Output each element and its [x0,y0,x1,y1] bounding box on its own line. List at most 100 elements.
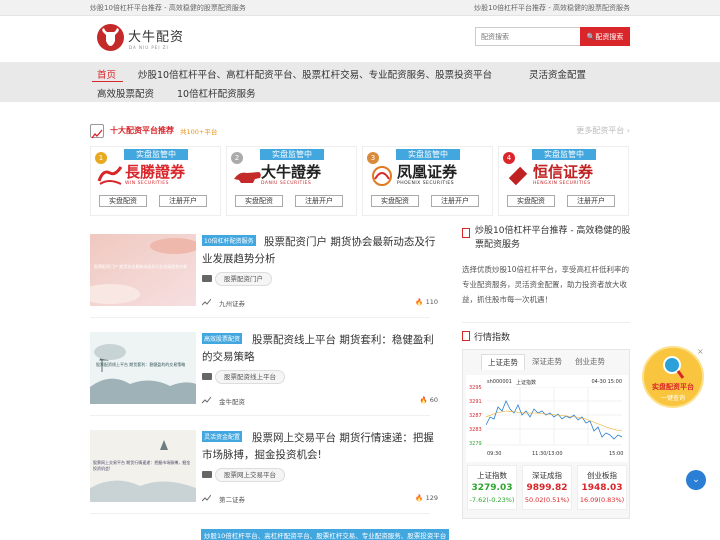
market-index-title: 行情指数 [474,333,511,343]
nav-item-efficient-margin[interactable]: 高效股票配资 [97,86,154,100]
tab-shenzhen-trend[interactable]: 深证走势 [526,354,568,370]
regulated-banner: 实盘监管中 [260,149,324,160]
index-change: 16.09(0.83%) [579,496,625,504]
y-tick: 3279 [469,441,482,447]
chart-code: sh000001 [487,379,512,385]
platform-count: 共100+平台 [180,128,218,136]
article-item[interactable]: 股票网上交易平台 期货行情速递：把握市场脉搏，掘金投资机会! 灵活资金配置 股票… [90,430,438,520]
article-thumbnail[interactable]: 股票网上交易平台 期货行情速递：把握市场脉搏，掘金投资机会! [90,430,196,502]
tag-label: 股票配资线上平台 [215,370,285,384]
close-icon[interactable]: × [697,347,704,356]
open-account-button[interactable]: 注册开户 [159,195,207,207]
article-title[interactable]: 股票网上交易平台 期货行情速递：把握市场脉搏，掘金投资机会! [202,430,437,464]
tag-icon [202,471,212,478]
real-margin-button[interactable]: 实盘配资 [235,195,283,207]
header: 大牛配资 DA NIU PEI ZI 🔍配资搜索 [0,16,720,62]
tag-label: 股票网上交易平台 [215,468,285,482]
article-title[interactable]: 股票配资线上平台 期货套利：稳健盈利的交易策略 [202,332,437,366]
floating-platform-query[interactable]: 实盘配资平台 一键查询 [642,346,704,408]
y-tick: 3295 [469,385,482,391]
market-index-panel: 上证走势 深证走势 创业走势 sh000001 上证指数 04-30 15:00… [462,349,630,519]
author-trend-icon [202,396,211,404]
tab-shanghai-trend[interactable]: 上证走势 [481,354,525,370]
article-item[interactable]: 股票配资线上平台 期货套利：稳健盈利的交易策略 高效股票配资 股票配资线上平台 … [90,332,438,422]
index-value: 9899.82 [526,483,568,493]
article-author[interactable]: 九州证券 [219,298,245,308]
broker-english-name: WIN SECURITIES [125,181,169,186]
thumbnail-caption: 股票配资门户 期货协会最新动态及行业发展趋势分析 [94,264,188,269]
nav-item-10x-leverage[interactable]: 10倍杠杆配资服务 [177,86,256,100]
article-author[interactable]: 第二证券 [219,494,245,504]
tag-icon [202,373,212,380]
article-views: 🔥 129 [415,494,438,502]
floating-sublabel: 一键查询 [660,395,685,402]
article-views: 🔥 110 [415,298,438,306]
broker-name: 恒信证券 [533,163,594,181]
phoenix-logo-icon [369,165,395,187]
scroll-down-icon[interactable]: ⌄ [686,470,706,490]
x-tick: 11:30/13:00 [532,451,563,457]
nav-item-home[interactable]: 首页 [97,67,116,81]
top-bar: 炒股10倍杠杆平台推荐 - 高效稳健的股票配资服务 炒股10倍杠杆平台推荐 - … [0,0,720,16]
article-author[interactable]: 金牛配资 [219,396,245,406]
rank-badge: 1 [95,152,107,164]
y-tick: 3287 [469,413,482,419]
index-card-shanghai[interactable]: 上证指数 3279.03 -7.62(-0.23%) [467,465,517,510]
index-value: 1948.03 [581,483,623,493]
search-input[interactable] [475,27,581,46]
search-button[interactable]: 🔍配资搜索 [580,27,630,46]
real-margin-button[interactable]: 实盘配资 [371,195,419,207]
article-item[interactable]: 股票配资门户 期货协会最新动态及行业发展趋势分析 10倍杠杆配资服务 股票配资门… [90,234,438,324]
nav-item-platforms[interactable]: 炒股10倍杠杆平台、高杠杆配资平台、股票杠杆交易、专业配资服务、股票投资平台 [138,67,492,81]
index-change: 50.02(0.51%) [524,496,570,504]
rank-badge: 4 [503,152,515,164]
index-change: -7.62(-0.23%) [469,496,515,504]
views-count: 110 [425,298,438,306]
index-value: 3279.03 [471,483,513,493]
next-article-category[interactable]: 炒股10倍杠杆平台、高杠杆配资平台、股票杠杆交易、专业配资服务、股票投资平台 [201,529,450,540]
broker-english-name: DANIU SECURITIES [261,181,312,186]
bull-logo-icon [233,165,261,187]
open-account-button[interactable]: 注册开户 [431,195,479,207]
article-title[interactable]: 股票配资门户 期货协会最新动态及行业发展趋势分析 [202,234,437,268]
logo-subtitle: DA NIU PEI ZI [129,45,169,50]
broker-card[interactable]: 实盘监管中 2 大牛證券 DANIU SECURITIES 实盘配资 注册开户 [226,146,357,216]
trend-icon [90,124,104,139]
tag-label: 股票配资门户 [215,272,272,286]
tab-chinext-trend[interactable]: 创业走势 [569,354,611,370]
open-account-button[interactable]: 注册开户 [295,195,343,207]
index-card-shenzhen[interactable]: 深证成指 9899.82 50.02(0.51%) [522,465,572,510]
rank-badge: 3 [367,152,379,164]
title-marker-icon [462,331,470,341]
index-card-chinext[interactable]: 创业板指 1948.03 16.09(0.83%) [577,465,627,510]
real-margin-button[interactable]: 实盘配资 [507,195,555,207]
title-marker-icon [462,228,470,238]
broker-name: 長勝證券 [125,163,186,181]
broker-card[interactable]: 实盘监管中 4 恒信证券 HENGXIN SECURITIES 实盘配资 注册开… [498,146,629,216]
real-margin-button[interactable]: 实盘配资 [99,195,147,207]
open-account-button[interactable]: 注册开户 [567,195,615,207]
article-thumbnail[interactable]: 股票配资门户 期货协会最新动态及行业发展趋势分析 [90,234,196,306]
trend-line-icon [486,387,622,446]
views-count: 129 [425,494,438,502]
sidebar-description: 选择优质炒股10倍杠杆平台，享受高杠杆低利率的专业配资服务，灵活资金配置，助力投… [462,265,630,304]
chart-time: 04-30 15:00 [591,379,622,385]
broker-card[interactable]: 实盘监管中 3 凤凰证券 PHOENIX SECURITIES 实盘配资 注册开… [362,146,493,216]
nav-active-underline [92,81,123,82]
search-bar: 🔍配资搜索 [475,27,630,46]
rank-badge: 2 [231,152,243,164]
article-thumbnail[interactable]: 股票配资线上平台 期货套利：稳健盈利的交易策略 [90,332,196,404]
index-name: 创业板指 [587,471,617,480]
x-tick: 15:00 [609,451,624,457]
logo-name: 大牛配资 [128,30,185,45]
site-logo[interactable]: 大牛配资 DA NIU PEI ZI [97,24,187,54]
article-divider [90,513,430,514]
sidebar-divider [462,322,630,323]
index-name: 上证指数 [477,471,507,480]
broker-card[interactable]: 实盘监管中 1 長勝證券 WIN SECURITIES 实盘配资 注册开户 [90,146,221,216]
author-trend-icon [202,298,211,306]
nav-item-flexible-funds[interactable]: 灵活资金配置 [529,67,586,81]
x-tick: 09:30 [487,451,502,457]
more-platforms-link[interactable]: 更多配资平台 › [576,125,630,136]
market-index-header: 行情指数 [462,330,510,343]
